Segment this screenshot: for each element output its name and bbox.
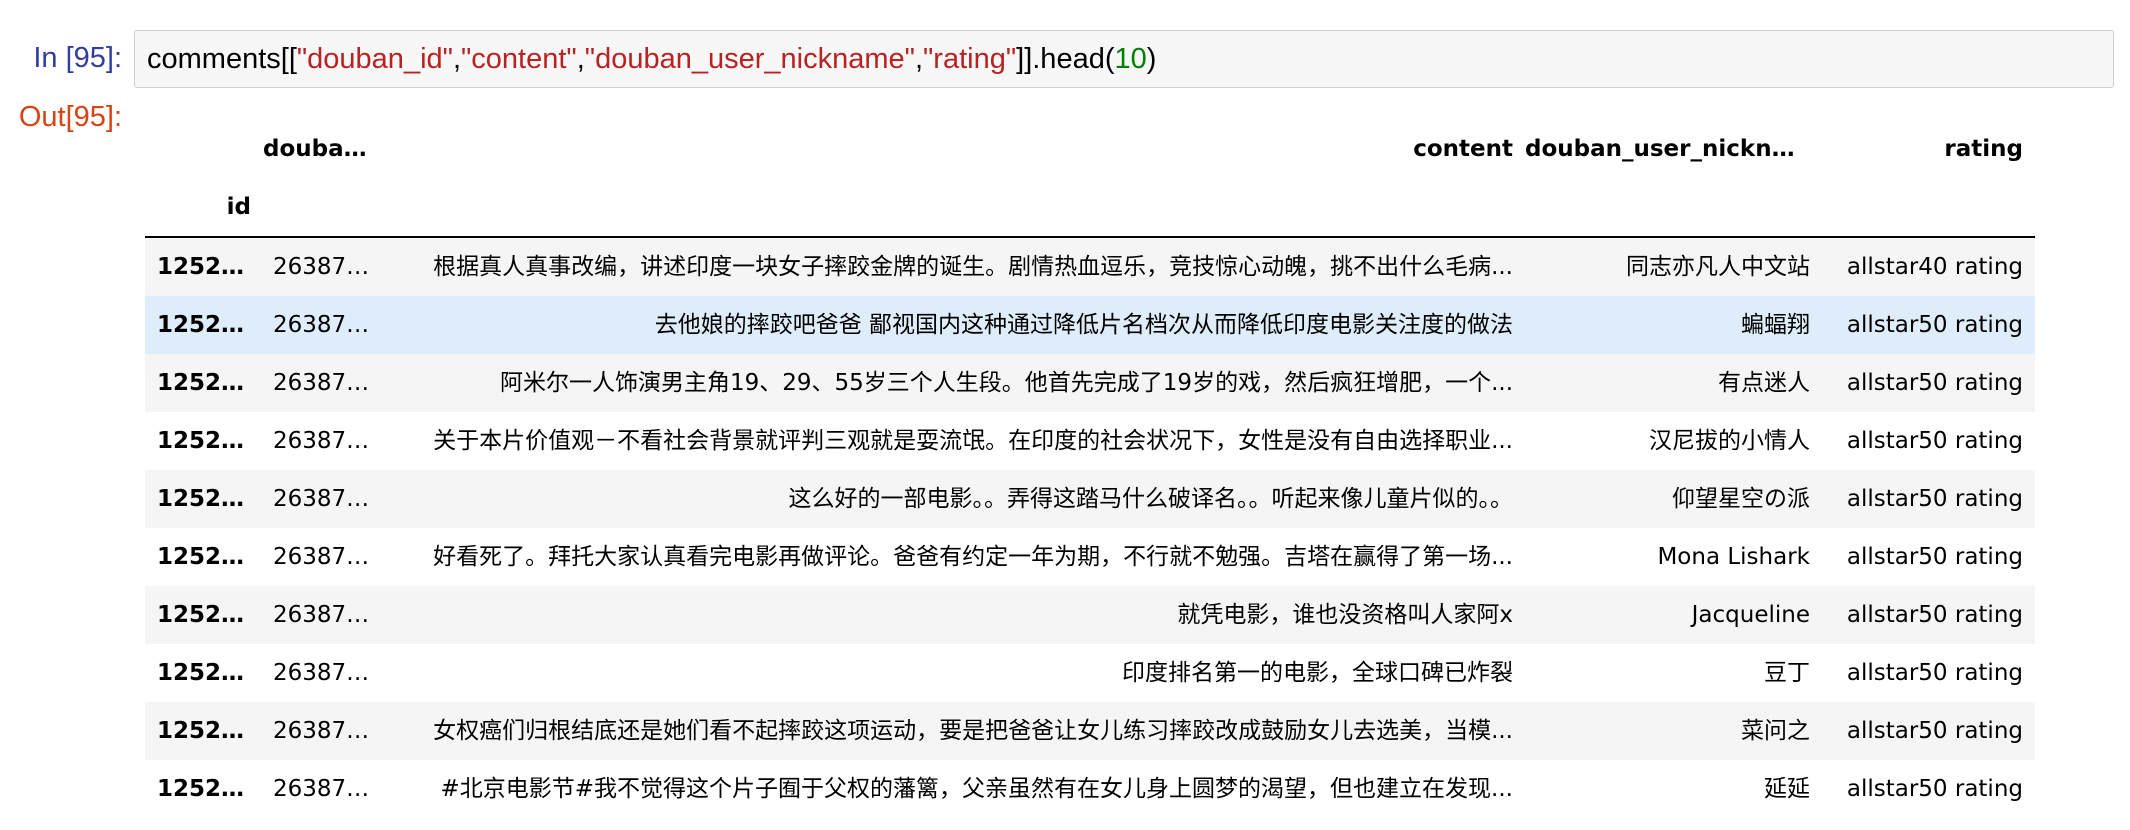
row-index: 1252056: [157, 428, 263, 454]
row-index: 1252071: [157, 602, 263, 628]
table-row: 1252072 26387939 印度排名第一的电影，全球口碑已炸裂 豆丁 allsta…: [145, 644, 2035, 702]
cell-content: 女权癌们归根结底还是她们看不起摔跤这项运动，要是把爸爸让女儿练习摔跤改成鼓励女儿…: [433, 718, 1513, 744]
column-header: content: [1413, 136, 1513, 162]
cell-douban-id: 26387939: [273, 312, 391, 338]
cell-content: 就凭电影，谁也没资格叫人家阿x: [1177, 602, 1513, 628]
cell-rating: allstar50 rating: [1846, 370, 2023, 396]
column-header-row: douban_id content douban_user_nickname r…: [145, 120, 2035, 178]
cell-rating: allstar40 rating: [1846, 254, 2023, 280]
cell-content: 关于本片价值观－不看社会背景就评判三观就是耍流氓。在印度的社会状况下，女性是没有…: [433, 428, 1513, 454]
code-token: ,: [452, 43, 461, 75]
row-index: 1252055: [157, 370, 263, 396]
cell-douban-id: 26387939: [273, 370, 391, 396]
cell-nickname: 同志亦凡人中文站: [1626, 254, 1810, 280]
table-row: 1252070 26387939 好看死了。拜托大家认真看完电影再做评论。爸爸有约定…: [145, 528, 2035, 586]
cell-nickname: 仰望星空の派: [1672, 486, 1810, 512]
dataframe-body: 1252053 26387939 根据真人真事改编，讲述印度一块女子摔跤金牌的诞生。…: [145, 237, 2035, 818]
code-token: ): [1146, 43, 1157, 75]
table-row: 1252054 26387939 去他娘的摔跤吧爸爸 鄙视国内这种通过降低片名档次从…: [145, 296, 2035, 354]
table-row: 1252071 26387939 就凭电影，谁也没资格叫人家阿x Jacqueline…: [145, 586, 2035, 644]
cell-content: #北京电影节#我不觉得这个片子囿于父权的藩篱，父亲虽然有在女儿身上圆梦的渴望，但…: [440, 776, 1513, 802]
cell-douban-id: 26387939: [273, 486, 391, 512]
row-index: 1252072: [157, 660, 263, 686]
cell-rating: allstar50 rating: [1846, 544, 2023, 570]
row-index: 1252054: [157, 312, 263, 338]
cell-nickname: 菜问之: [1741, 718, 1810, 744]
cell-nickname: 延延: [1764, 776, 1810, 802]
code-token: ,: [914, 43, 923, 75]
cell-content: 去他娘的摔跤吧爸爸 鄙视国内这种通过降低片名档次从而降低印度电影关注度的做法: [654, 312, 1513, 338]
cell-content: 印度排名第一的电影，全球口碑已炸裂: [1122, 660, 1513, 686]
table-row: 1252093 26387939 女权癌们归根结底还是她们看不起摔跤这项运动，要是把…: [145, 702, 2035, 760]
code-token: 10: [1114, 43, 1147, 75]
output-prompt: Out[95]:: [18, 101, 122, 133]
cell-douban-id: 26387939: [273, 428, 391, 454]
index-header-blank: [145, 120, 263, 178]
row-index: 1252053: [157, 254, 263, 280]
cell-nickname: Jacqueline: [1691, 602, 1810, 628]
column-header: rating: [1944, 136, 2023, 162]
cell-rating: allstar50 rating: [1846, 428, 2023, 454]
cell-rating: allstar50 rating: [1846, 312, 2023, 338]
code-input-area[interactable]: comments[["douban_id","content","douban_…: [134, 30, 2114, 88]
table-row: 1252057 26387939 这么好的一部电影。。弄得这踏马什么破译名。。听起来…: [145, 470, 2035, 528]
code-token: "douban_user_nickname": [584, 43, 915, 75]
table-row: 1252094 26387939 #北京电影节#我不觉得这个片子囿于父权的藩篱，父亲…: [145, 760, 2035, 818]
table-row: 1252056 26387939 关于本片价值观－不看社会背景就评判三观就是耍流氓。…: [145, 412, 2035, 470]
column-header: douban_user_nickname: [1525, 136, 1822, 162]
cell-content: 好看死了。拜托大家认真看完电影再做评论。爸爸有约定一年为期，不行就不勉强。吉塔在…: [433, 544, 1513, 570]
input-prompt: In [95]:: [33, 42, 122, 74]
cell-nickname: 蝙蝠翔: [1741, 312, 1810, 338]
cell-douban-id: 26387939: [273, 544, 391, 570]
code-token: ]].head(: [1016, 43, 1115, 75]
code-token: comments[[: [147, 43, 297, 75]
cell-content: 根据真人真事改编，讲述印度一块女子摔跤金牌的诞生。剧情热血逗乐，竞技惊心动魄，挑…: [433, 254, 1513, 280]
cell-douban-id: 26387939: [273, 254, 391, 280]
index-name: id: [226, 194, 251, 220]
code-token: "douban_id": [296, 43, 453, 75]
cell-douban-id: 26387939: [273, 602, 391, 628]
row-index: 1252093: [157, 718, 263, 744]
table-row: 1252055 26387939 阿米尔一人饰演男主角19、29、55岁三个人生段。…: [145, 354, 2035, 412]
column-header: douban_id: [263, 136, 391, 162]
cell-douban-id: 26387939: [273, 660, 391, 686]
index-name-row: id: [145, 178, 2035, 237]
cell-rating: allstar50 rating: [1846, 602, 2023, 628]
code-line[interactable]: comments[["douban_id","content","douban_…: [147, 43, 1156, 76]
dataframe-output: douban_id content douban_user_nickname r…: [145, 120, 2035, 818]
code-token: ,: [576, 43, 585, 75]
row-index: 1252057: [157, 486, 263, 512]
code-token: "content": [461, 43, 577, 75]
cell-content: 这么好的一部电影。。弄得这踏马什么破译名。。听起来像儿童片似的。。: [788, 486, 1514, 512]
row-index: 1252094: [157, 776, 263, 802]
cell-douban-id: 26387939: [273, 718, 391, 744]
dataframe-table: douban_id content douban_user_nickname r…: [145, 120, 2035, 818]
cell-content: 阿米尔一人饰演男主角19、29、55岁三个人生段。他首先完成了19岁的戏，然后疯…: [500, 370, 1513, 396]
cell-nickname: 汉尼拔的小情人: [1649, 428, 1810, 454]
cell-nickname: Mona Lishark: [1657, 544, 1810, 570]
cell-rating: allstar50 rating: [1846, 486, 2023, 512]
cell-nickname: 有点迷人: [1718, 370, 1810, 396]
row-index: 1252070: [157, 544, 263, 570]
cell-rating: allstar50 rating: [1846, 660, 2023, 686]
table-row: 1252053 26387939 根据真人真事改编，讲述印度一块女子摔跤金牌的诞生。…: [145, 237, 2035, 296]
code-token: "rating": [923, 43, 1017, 75]
cell-rating: allstar50 rating: [1846, 776, 2023, 802]
cell-nickname: 豆丁: [1764, 660, 1810, 686]
cell-rating: allstar50 rating: [1846, 718, 2023, 744]
cell-douban-id: 26387939: [273, 776, 391, 802]
